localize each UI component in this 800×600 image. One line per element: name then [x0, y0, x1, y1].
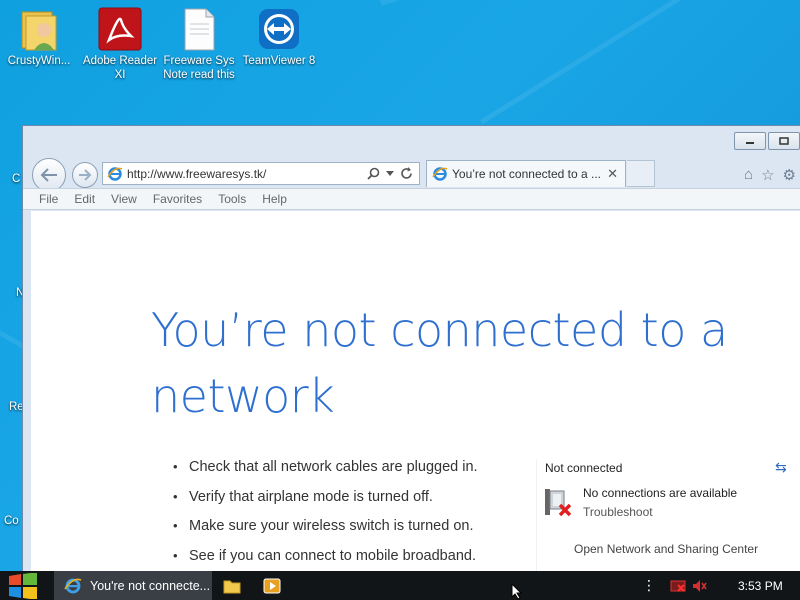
title-bar[interactable]: [23, 126, 800, 154]
list-item: • Check that all network cables are plugg…: [173, 459, 478, 475]
taskbar-item-label: You're not connecte...: [90, 578, 211, 593]
taskbar-ie-window[interactable]: You're not connecte...: [54, 571, 212, 600]
no-connections-text: No connections are available: [583, 486, 738, 500]
maximize-button[interactable]: [768, 132, 800, 150]
forward-arrow-icon: [79, 169, 92, 181]
tip-text: Make sure your wireless switch is turned…: [189, 518, 474, 534]
taskbar-file-explorer[interactable]: [212, 571, 252, 600]
tip-text: See if you can connect to mobile broadba…: [189, 547, 476, 564]
tray-overflow-icon[interactable]: ⋮: [642, 577, 656, 594]
page-title-line2: network: [151, 369, 335, 423]
desktop-icon-label: Freeware Sys Note read this: [163, 55, 235, 81]
gear-icon[interactable]: ⚙: [783, 166, 796, 184]
home-icon[interactable]: ⌂: [744, 166, 753, 184]
desktop-icon-label: CrustyWin...: [7, 55, 71, 67]
list-item: • Verify that airplane mode is turned off…: [173, 488, 433, 505]
mouse-cursor-icon: [511, 583, 523, 600]
address-bar[interactable]: http://www.freewaresys.tk/: [102, 162, 420, 185]
menu-edit[interactable]: Edit: [74, 192, 95, 206]
ie-page-icon: [107, 166, 123, 181]
desktop-icon-freeware-note[interactable]: Freeware Sys Note read this: [161, 6, 237, 82]
network-status-header: Not connected: [545, 461, 623, 475]
list-item: • Make sure your wireless switch is turne…: [173, 518, 474, 534]
desktop-edge-label[interactable]: C: [12, 173, 20, 185]
troubleshoot-link[interactable]: Troubleshoot: [583, 505, 653, 519]
tip-text: Check that all network cables are plugge…: [189, 459, 478, 475]
toolbar-icons: ⌂ ☆ ⚙: [744, 166, 796, 184]
user-folder-icon: [16, 6, 62, 52]
troubleshooting-tips: • Check that all network cables are plugg…: [173, 459, 478, 577]
desktop-edge-label[interactable]: Co: [4, 515, 19, 527]
url-text[interactable]: http://www.freewaresys.tk/: [127, 167, 367, 181]
forward-button[interactable]: [72, 162, 98, 188]
media-player-icon: [263, 578, 281, 593]
taskbar-media-player[interactable]: [252, 571, 292, 600]
tab-active[interactable]: You’re not connected to a ... ✕: [426, 160, 626, 187]
page-content: You’re not connected to a network • Check…: [31, 211, 800, 584]
menu-favorites[interactable]: Favorites: [153, 192, 202, 206]
desktop-icon-adobe-reader[interactable]: Adobe Reader XI: [82, 6, 158, 82]
taskbar: You're not connecte... ⋮ 3:53 PM: [0, 571, 800, 600]
minimize-button[interactable]: [734, 132, 766, 150]
page-title: You’re not connected to a network: [151, 297, 751, 429]
page-title-line1: You’re not connected to a: [151, 303, 728, 357]
menu-file[interactable]: File: [39, 192, 58, 206]
menu-view[interactable]: View: [111, 192, 137, 206]
internet-explorer-icon: [64, 578, 82, 593]
refresh-icon[interactable]: [400, 167, 413, 180]
window-controls: [734, 132, 800, 150]
clock[interactable]: 3:53 PM: [738, 579, 800, 593]
desktop-icon-crustywin[interactable]: CrustyWin...: [1, 6, 77, 68]
browser-window: http://www.freewaresys.tk/ You’re not co…: [22, 125, 800, 585]
maximize-icon: [779, 137, 789, 145]
desktop-icon-teamviewer[interactable]: TeamViewer 8: [241, 6, 317, 68]
minimize-icon: [746, 142, 754, 144]
back-arrow-icon: [40, 168, 57, 182]
adobe-reader-icon: [97, 6, 143, 52]
favorites-star-icon[interactable]: ☆: [761, 166, 774, 184]
new-tab-button[interactable]: [627, 160, 655, 187]
network-tray-icon[interactable]: [670, 579, 686, 593]
refresh-networks-icon[interactable]: ⇆: [775, 459, 787, 476]
tab-close-icon[interactable]: ✕: [607, 166, 618, 182]
ie-tab-icon: [432, 167, 448, 181]
navigation-bar: http://www.freewaresys.tk/ You’re not co…: [29, 156, 800, 192]
back-button[interactable]: [32, 158, 66, 192]
open-network-center-link[interactable]: Open Network and Sharing Center: [574, 542, 758, 556]
menu-help[interactable]: Help: [262, 192, 287, 206]
dropdown-arrow-icon[interactable]: [386, 170, 394, 177]
network-disconnected-icon: [542, 485, 576, 519]
wallpaper-streak: [480, 0, 800, 125]
network-flyout: Not connected ⇆ No connections are avail…: [536, 459, 800, 571]
windows-logo-icon: [9, 572, 37, 599]
address-tools: [367, 167, 413, 180]
start-button[interactable]: [0, 571, 46, 600]
system-tray: ⋮ 3:53 PM: [642, 571, 800, 600]
search-icon[interactable]: [367, 167, 380, 180]
menu-tools[interactable]: Tools: [218, 192, 246, 206]
tab-title: You’re not connected to a ...: [452, 167, 601, 181]
wallpaper-streak: [380, 0, 782, 6]
folder-icon: [223, 580, 241, 593]
teamviewer-icon: [256, 6, 302, 52]
menu-bar: File Edit View Favorites Tools Help: [23, 188, 800, 210]
desktop-icon-label: Adobe Reader XI: [82, 55, 158, 81]
volume-icon[interactable]: [692, 579, 708, 593]
desktop-icon-label: TeamViewer 8: [242, 55, 316, 67]
text-document-icon: [176, 6, 222, 52]
tip-text: Verify that airplane mode is turned off.: [189, 488, 433, 505]
